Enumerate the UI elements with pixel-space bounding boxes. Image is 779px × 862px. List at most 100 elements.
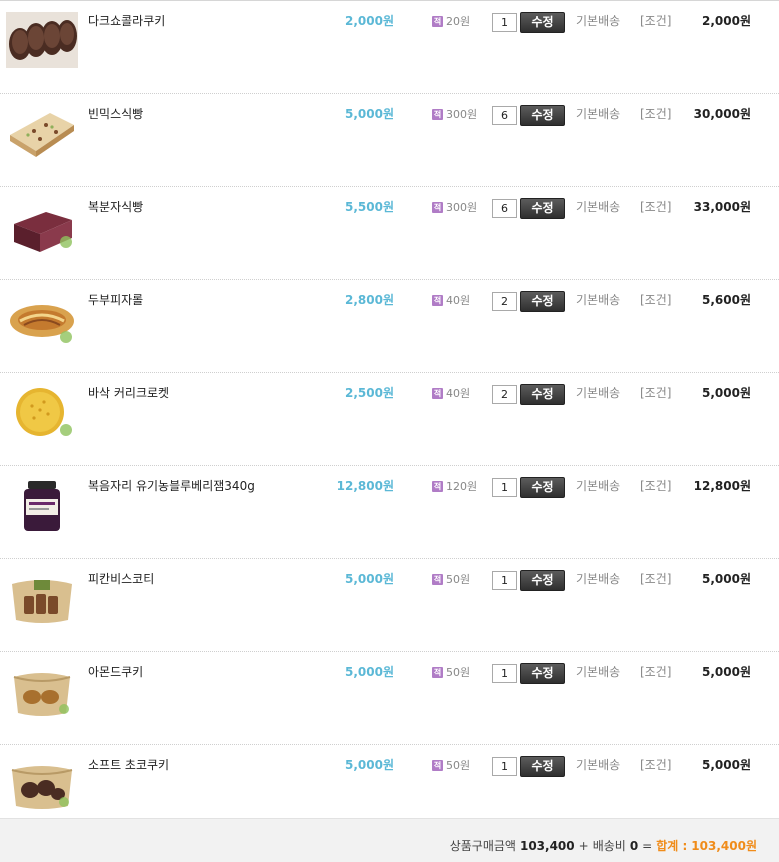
point-value: 40원: [446, 387, 471, 400]
item-subtotal: 5,000원: [702, 665, 751, 679]
point-value: 300원: [446, 201, 478, 214]
shipping-condition-link[interactable]: [조건]: [640, 756, 671, 773]
point-icon: 적: [432, 387, 443, 399]
shipping-condition-link[interactable]: [조건]: [640, 663, 671, 680]
point-icon: 적: [432, 108, 443, 120]
item-subtotal: 5,000원: [702, 758, 751, 772]
bean-mix-bread-image[interactable]: [6, 105, 78, 161]
edit-quantity-button[interactable]: 수정: [520, 384, 565, 405]
point-value: 300원: [446, 108, 478, 121]
cart-row-6: 복음자리 유기농블루베리잼340g 12,800원 적 120원 수정 기본배송…: [0, 466, 779, 559]
cart-row-4: 두부피자롤 2,800원 적 40원 수정 기본배송 [조건] 5,600원: [0, 280, 779, 373]
edit-quantity-button[interactable]: 수정: [520, 105, 565, 126]
product-total-label: 상품구매금액: [449, 839, 516, 853]
quantity-input[interactable]: [492, 385, 517, 404]
product-name[interactable]: 아몬드쿠키: [88, 663, 143, 680]
point-icon: 적: [432, 201, 443, 213]
product-point: 적 300원: [432, 106, 477, 122]
edit-quantity-button[interactable]: 수정: [520, 291, 565, 312]
shipping-condition-link[interactable]: [조건]: [640, 198, 671, 215]
cart-row-8: 아몬드쿠키 5,000원 적 50원 수정 기본배송 [조건] 5,000원: [0, 652, 779, 745]
cart-row-2: 빈믹스식빵 5,000원 적 300원 수정 기본배송 [조건] 30,000원: [0, 94, 779, 187]
product-name[interactable]: 복분자식빵: [88, 198, 143, 215]
product-name[interactable]: 바삭 커리크로켓: [88, 384, 169, 401]
product-price: 5,000원: [345, 572, 394, 586]
product-name[interactable]: 피칸비스코티: [88, 570, 154, 587]
shipping-condition-link[interactable]: [조건]: [640, 105, 671, 122]
product-price: 5,000원: [345, 107, 394, 121]
shipping-type: 기본배송: [576, 479, 621, 493]
shipping-fee-label: 배송비: [592, 839, 626, 853]
point-icon: 적: [432, 294, 443, 306]
edit-quantity-button[interactable]: 수정: [520, 663, 565, 684]
tofu-pizza-roll-image[interactable]: [6, 291, 78, 347]
grand-total-value: 103,400원: [691, 839, 757, 853]
item-subtotal: 5,000원: [702, 386, 751, 400]
product-price: 2,800원: [345, 293, 394, 307]
shipping-type: 기본배송: [576, 14, 621, 28]
point-icon: 적: [432, 480, 443, 492]
edit-quantity-button[interactable]: 수정: [520, 570, 565, 591]
item-subtotal: 5,600원: [702, 293, 751, 307]
point-icon: 적: [432, 15, 443, 27]
quantity-input[interactable]: [492, 292, 517, 311]
product-point: 적 300원: [432, 199, 477, 215]
cart-summary: 상품구매금액 103,400 + 배송비 0 = 합계 : 103,400원: [450, 837, 757, 854]
product-point: 적 20원: [432, 13, 470, 29]
pecan-biscotti-image[interactable]: [6, 570, 78, 626]
point-value: 50원: [446, 573, 471, 586]
edit-quantity-button[interactable]: 수정: [520, 756, 565, 777]
quantity-input[interactable]: [492, 13, 517, 32]
dark-chocolate-cookie-image[interactable]: [6, 12, 78, 68]
shipping-condition-link[interactable]: [조건]: [640, 291, 671, 308]
cart-row-7: 피칸비스코티 5,000원 적 50원 수정 기본배송 [조건] 5,000원: [0, 559, 779, 652]
shipping-fee-value: 0: [629, 839, 639, 853]
product-price: 5,500원: [345, 200, 394, 214]
cart-row-1: 다크쇼콜라쿠키 2,000원 적 20원 수정 기본배송 [조건] 2,000원: [0, 1, 779, 94]
product-name[interactable]: 두부피자롤: [88, 291, 143, 308]
product-name[interactable]: 다크쇼콜라쿠키: [88, 12, 165, 29]
product-point: 적 40원: [432, 385, 470, 401]
soft-choco-cookie-image[interactable]: [6, 756, 78, 812]
plus-sign: +: [578, 839, 589, 853]
product-point: 적 50원: [432, 757, 470, 773]
shipping-condition-link[interactable]: [조건]: [640, 384, 671, 401]
shipping-condition-link[interactable]: [조건]: [640, 477, 671, 494]
quantity-input[interactable]: [492, 199, 517, 218]
product-name[interactable]: 복음자리 유기농블루베리잼340g: [88, 477, 255, 494]
quantity-input[interactable]: [492, 478, 517, 497]
item-subtotal: 30,000원: [693, 107, 751, 121]
product-total-value: 103,400: [519, 839, 575, 853]
product-price: 12,800원: [336, 479, 394, 493]
blueberry-jam-image[interactable]: [6, 477, 78, 533]
edit-quantity-button[interactable]: 수정: [520, 12, 565, 33]
edit-quantity-button[interactable]: 수정: [520, 477, 565, 498]
product-name[interactable]: 소프트 초코쿠키: [88, 756, 169, 773]
edit-quantity-button[interactable]: 수정: [520, 198, 565, 219]
product-point: 적 40원: [432, 292, 470, 308]
product-point: 적 50원: [432, 664, 470, 680]
item-subtotal: 5,000원: [702, 572, 751, 586]
product-name[interactable]: 빈믹스식빵: [88, 105, 143, 122]
quantity-input[interactable]: [492, 106, 517, 125]
cart-row-3: 복분자식빵 5,500원 적 300원 수정 기본배송 [조건] 33,000원: [0, 187, 779, 280]
product-price: 5,000원: [345, 665, 394, 679]
point-icon: 적: [432, 666, 443, 678]
product-point: 적 120원: [432, 478, 477, 494]
point-value: 40원: [446, 294, 471, 307]
quantity-input[interactable]: [492, 571, 517, 590]
quantity-input[interactable]: [492, 757, 517, 776]
shipping-type: 기본배송: [576, 293, 621, 307]
shipping-condition-link[interactable]: [조건]: [640, 570, 671, 587]
grand-total-label: 합계 :: [656, 839, 688, 853]
point-value: 120원: [446, 480, 478, 493]
cart-table: 다크쇼콜라쿠키 2,000원 적 20원 수정 기본배송 [조건] 2,000원…: [0, 0, 779, 862]
shipping-type: 기본배송: [576, 200, 621, 214]
curry-croquette-image[interactable]: [6, 384, 78, 440]
point-value: 20원: [446, 15, 471, 28]
almond-cookie-image[interactable]: [6, 663, 78, 719]
quantity-input[interactable]: [492, 664, 517, 683]
raspberry-bread-image[interactable]: [6, 198, 78, 254]
shipping-condition-link[interactable]: [조건]: [640, 12, 671, 29]
product-price: 5,000원: [345, 758, 394, 772]
